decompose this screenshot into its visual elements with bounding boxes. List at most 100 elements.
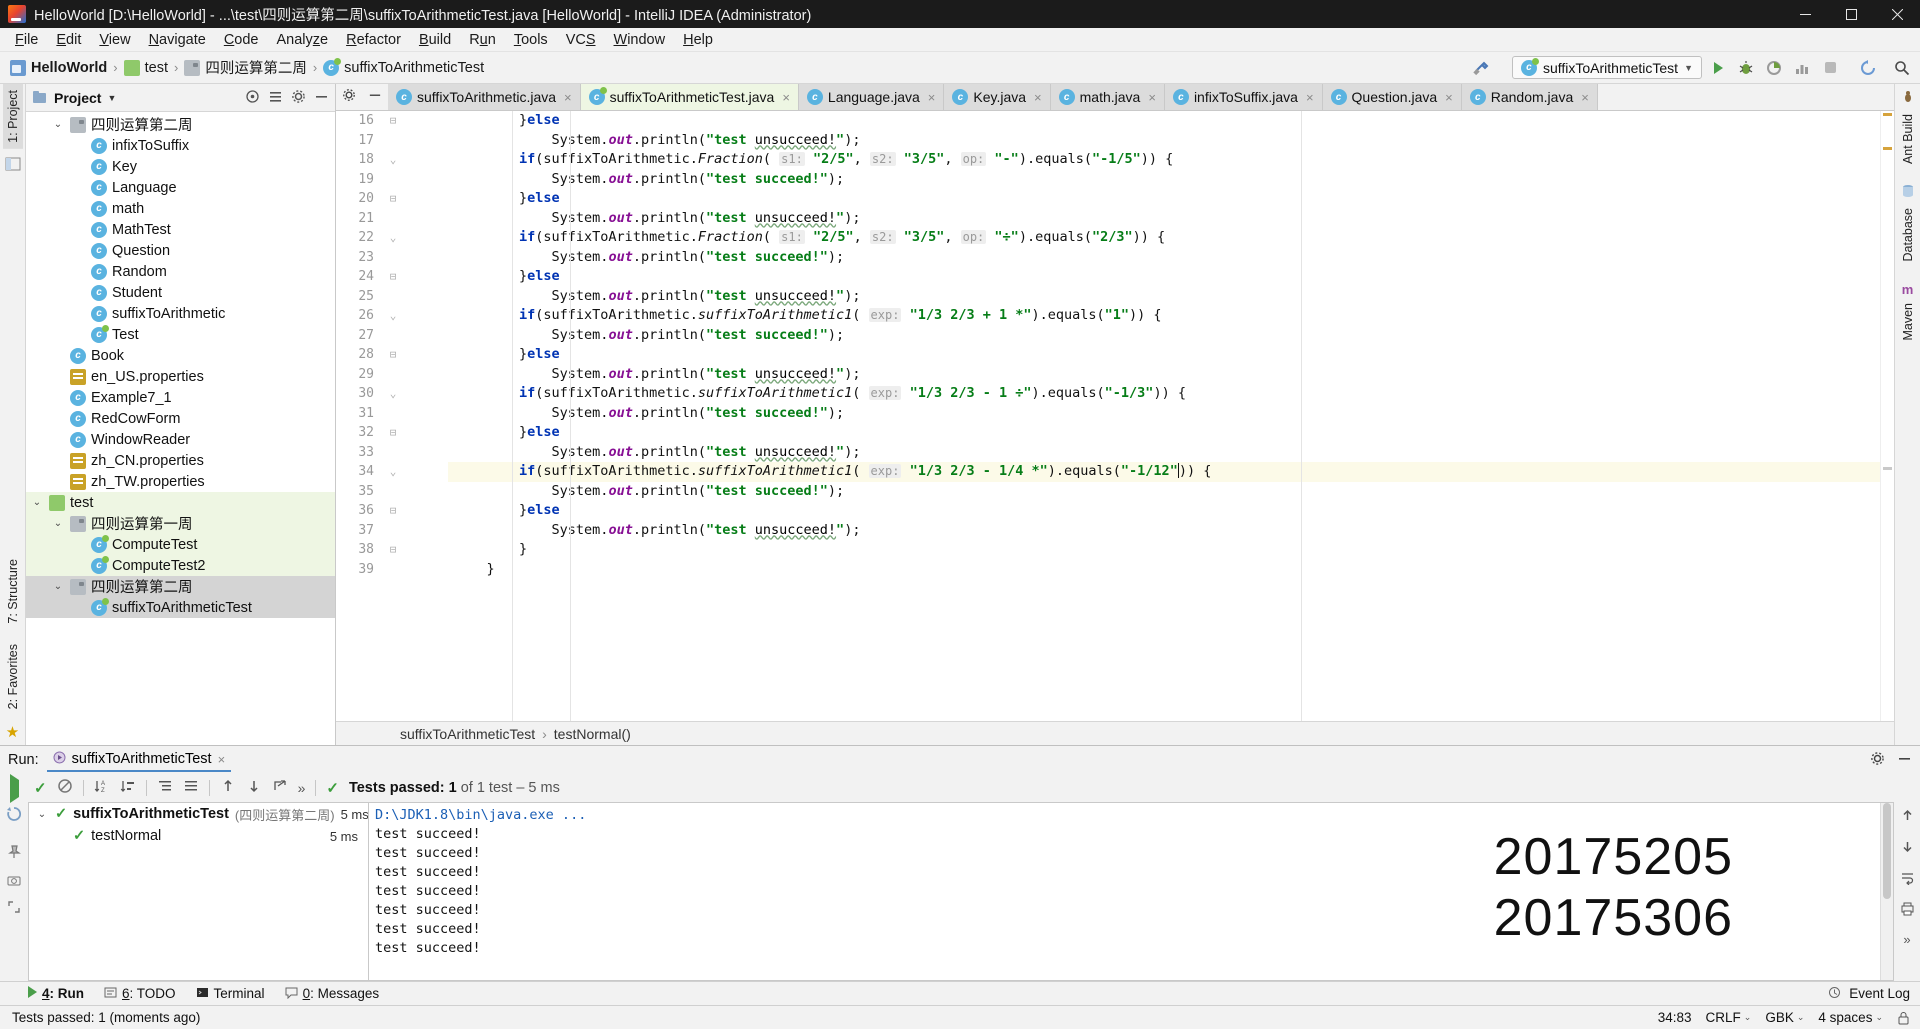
toolwindow-button-6-todo[interactable]: 6: TODO — [104, 986, 176, 1002]
console-scrollbar-thumb[interactable] — [1883, 803, 1891, 899]
toolwindow-button-terminal[interactable]: Terminal — [196, 986, 265, 1002]
fold-caret-icon[interactable]: ⌄ — [380, 309, 406, 322]
menu-build[interactable]: Build — [410, 28, 460, 52]
fold-caret-icon[interactable]: ⌄ — [380, 387, 406, 400]
editor-tab[interactable]: c suffixToArithmeticTest.java × — [580, 84, 799, 110]
test-tree-row[interactable]: ✓ testNormal 5 ms — [29, 825, 368, 847]
code-line[interactable]: System.out.println("test unsucceed!"); — [448, 209, 1880, 229]
chevron-down-icon[interactable]: ⌄ — [51, 119, 65, 130]
menu-edit[interactable]: Edit — [47, 28, 90, 52]
gutter-line[interactable]: 19 — [336, 170, 448, 190]
menu-analyze[interactable]: Analyze — [268, 28, 338, 52]
code-line[interactable]: System.out.println("test unsucceed!"); — [448, 131, 1880, 151]
code-line[interactable]: System.out.println("test succeed!"); — [448, 248, 1880, 268]
code-line[interactable]: System.out.println("test succeed!"); — [448, 482, 1880, 502]
close-icon[interactable]: × — [782, 90, 790, 105]
tree-item[interactable]: c suffixToArithmeticTest — [26, 597, 335, 618]
rerun-tests-icon[interactable]: ✓ — [34, 779, 47, 797]
settings-gear-icon[interactable] — [1870, 751, 1885, 770]
tree-item[interactable]: c suffixToArithmetic — [26, 303, 335, 324]
close-button[interactable] — [1874, 0, 1920, 28]
database-icon[interactable] — [1901, 184, 1915, 202]
code-line[interactable]: if(suffixToArithmetic.Fraction( s1: "2/5… — [448, 150, 1880, 170]
print-icon[interactable] — [1900, 901, 1915, 920]
chevron-down-icon[interactable]: ⌄ — [51, 518, 65, 529]
pin-icon[interactable] — [7, 845, 21, 863]
vcs-update-button[interactable] — [1856, 56, 1880, 80]
gutter-line[interactable]: 24 ⊟ — [336, 267, 448, 287]
breadcrumb-item[interactable]: HelloWorld — [6, 58, 111, 78]
close-icon[interactable]: × — [1148, 90, 1156, 105]
editor-gutter[interactable]: 16 ⊟ 17 18 ⌄ 19 20 ⊟ 21 22 ⌄ 23 24 ⊟ 25 26 ⌄ 27 28 ⊟ 29 30 ⌄ 31… — [336, 111, 448, 721]
menu-tools[interactable]: Tools — [505, 28, 557, 52]
tree-item[interactable]: c Book — [26, 345, 335, 366]
run-button[interactable] — [1706, 56, 1730, 80]
code-line[interactable]: System.out.println("test succeed!"); — [448, 170, 1880, 190]
console-output[interactable]: D:\JDK1.8\bin\java.exe ... test succeed!… — [368, 802, 1894, 981]
debug-button[interactable] — [1734, 56, 1758, 80]
editor-tab[interactable]: c math.java × — [1050, 84, 1165, 110]
rerun-icon[interactable] — [9, 774, 19, 803]
gutter-line[interactable]: 38 ⊟ — [336, 540, 448, 560]
fold-minus-icon[interactable]: ⊟ — [380, 270, 406, 283]
tree-item[interactable]: en_US.properties — [26, 366, 335, 387]
code-line[interactable]: System.out.println("test unsucceed!"); — [448, 521, 1880, 541]
close-icon[interactable]: × — [564, 90, 572, 105]
tree-item[interactable]: c WindowReader — [26, 429, 335, 450]
breadcrumb-item[interactable]: 四则运算第二周 — [180, 55, 311, 80]
build-hammer-icon[interactable] — [1470, 56, 1494, 80]
ant-build-icon[interactable] — [1901, 84, 1915, 108]
close-icon[interactable]: × — [1581, 90, 1589, 105]
tree-item[interactable]: c infixToSuffix — [26, 135, 335, 156]
code-line[interactable]: }else — [448, 423, 1880, 443]
tree-item[interactable]: zh_TW.properties — [26, 471, 335, 492]
chevron-icon[interactable]: » — [1903, 932, 1910, 947]
hide-tabs-icon[interactable] — [368, 88, 382, 106]
code-line[interactable]: if(suffixToArithmetic.suffixToArithmetic… — [448, 306, 1880, 326]
menu-file[interactable]: File — [6, 28, 47, 52]
code-line[interactable]: }else — [448, 345, 1880, 365]
settings-gear-icon[interactable] — [291, 89, 306, 107]
code-line[interactable]: System.out.println("test unsucceed!"); — [448, 365, 1880, 385]
tree-item[interactable]: c ComputeTest — [26, 534, 335, 555]
run-tab-suffixtoarithmetictest[interactable]: suffixToArithmeticTest × — [46, 749, 232, 772]
camera-icon[interactable] — [7, 873, 21, 890]
close-icon[interactable]: × — [1445, 90, 1453, 105]
tree-item[interactable]: c RedCowForm — [26, 408, 335, 429]
chevron-down-icon[interactable]: ⌄ — [30, 497, 44, 508]
tree-item[interactable]: ⌄ 四则运算第二周 — [26, 576, 335, 597]
code-line[interactable]: if(suffixToArithmetic.suffixToArithmetic… — [448, 384, 1880, 404]
search-everywhere-button[interactable] — [1890, 56, 1914, 80]
fold-minus-icon[interactable]: ⊟ — [380, 504, 406, 517]
chevron-down-icon[interactable]: ⌄ — [51, 581, 65, 592]
editor-breadcrumb-item[interactable]: testNormal() — [554, 726, 631, 742]
tree-item[interactable]: c MathTest — [26, 219, 335, 240]
collapse-all-icon[interactable] — [183, 778, 199, 798]
toolwindow-button-0-messages[interactable]: 0: Messages — [285, 986, 379, 1002]
toggle-passed-icon[interactable] — [57, 778, 73, 798]
prev-occurrence-icon[interactable] — [220, 778, 236, 798]
editor-tab[interactable]: c Key.java × — [944, 84, 1051, 110]
expand-icon[interactable] — [7, 900, 21, 918]
sort-duration-icon[interactable] — [120, 778, 136, 798]
code-line[interactable]: } — [448, 540, 1880, 560]
menu-code[interactable]: Code — [215, 28, 268, 52]
settings-gear-icon[interactable] — [342, 88, 356, 106]
tree-item[interactable]: c math — [26, 198, 335, 219]
event-log-button[interactable]: Event Log — [1849, 986, 1910, 1001]
console-scrollbar[interactable] — [1880, 803, 1893, 980]
menu-navigate[interactable]: Navigate — [140, 28, 215, 52]
editor-tab[interactable]: c Language.java × — [798, 84, 945, 110]
code-line[interactable]: System.out.println("test succeed!"); — [448, 404, 1880, 424]
menu-refactor[interactable]: Refactor — [337, 28, 410, 52]
code-line[interactable]: }else — [448, 267, 1880, 287]
caret-marker[interactable] — [1883, 467, 1892, 470]
gutter-line[interactable]: 27 — [336, 326, 448, 346]
menu-vcs[interactable]: VCS — [557, 28, 605, 52]
warning-marker[interactable] — [1883, 113, 1892, 116]
breadcrumb-item[interactable]: c suffixToArithmeticTest — [319, 57, 488, 78]
breadcrumb-item[interactable]: test — [120, 58, 172, 78]
tree-item[interactable]: c Example7_1 — [26, 387, 335, 408]
gutter-line[interactable]: 25 — [336, 287, 448, 307]
close-icon[interactable]: × — [1034, 90, 1042, 105]
